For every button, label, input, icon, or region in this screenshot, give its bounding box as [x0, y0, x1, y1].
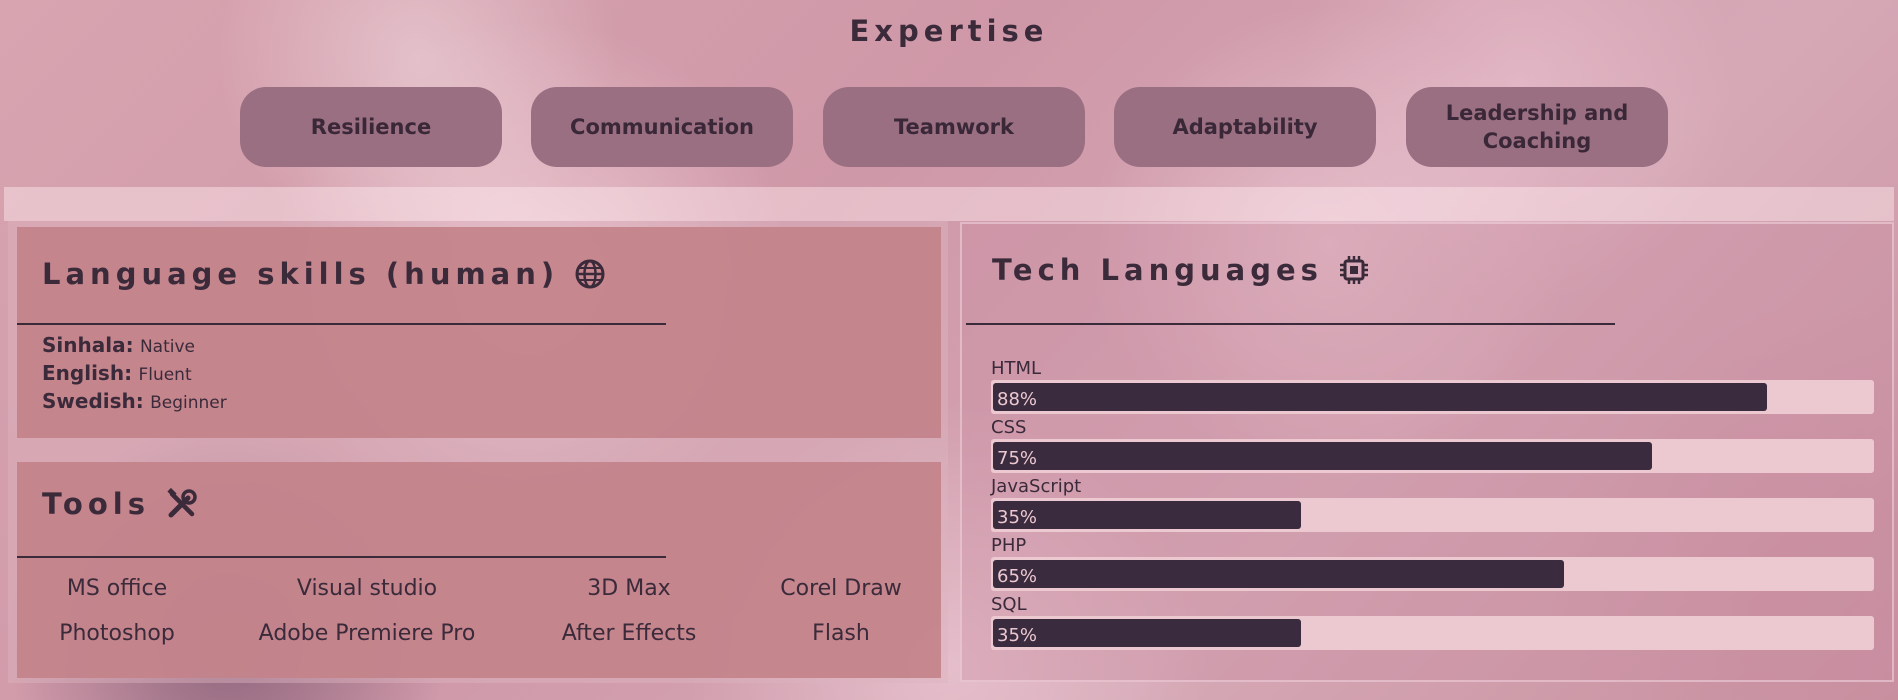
- tools-heading: Tools: [42, 487, 198, 521]
- skill-percent: 75%: [997, 448, 1038, 469]
- skill-percent: 65%: [997, 566, 1038, 587]
- skill-bar-sql: 35%: [991, 616, 1874, 650]
- tech-languages-heading: Tech Languages: [992, 253, 1369, 287]
- skill-bar-html: 88%: [991, 380, 1874, 414]
- expertise-pill-adaptability: Adaptability: [1114, 87, 1376, 167]
- expertise-title: Expertise: [849, 14, 1049, 48]
- expertise-pill-resilience: Resilience: [240, 87, 502, 167]
- tool-item: MS office: [66, 576, 168, 601]
- language-skills-underline: [17, 323, 666, 325]
- tool-item: Flash: [812, 621, 870, 646]
- skill-bar-fill: 65%: [993, 560, 1564, 588]
- language-name: Swedish:: [42, 389, 144, 413]
- skill-bar-css: 75%: [991, 439, 1874, 473]
- language-name: Sinhala:: [42, 333, 134, 357]
- tech-languages-underline: [966, 323, 1615, 325]
- skill-label-css: CSS: [991, 417, 1027, 438]
- skill-label-php: PHP: [991, 535, 1027, 556]
- tech-languages-title: Tech Languages: [992, 253, 1323, 287]
- skill-bar-fill: 35%: [993, 501, 1301, 529]
- skill-bar-fill: 35%: [993, 619, 1301, 647]
- tool-item: After Effects: [561, 621, 697, 646]
- language-level: Beginner: [150, 393, 227, 413]
- language-name: English:: [42, 361, 133, 385]
- expertise-section: Expertise Resilience Communication Teamw…: [0, 0, 1898, 187]
- tool-item: Photoshop: [59, 621, 175, 646]
- skill-percent: 35%: [997, 507, 1038, 528]
- globe-icon: [575, 259, 605, 289]
- language-item-english: English: Fluent: [42, 361, 192, 385]
- language-level: Native: [139, 337, 195, 357]
- skill-bar-php: 65%: [991, 557, 1874, 591]
- tools-underline: [17, 556, 666, 558]
- expertise-pill-teamwork: Teamwork: [823, 87, 1085, 167]
- chip-icon: [1339, 255, 1369, 285]
- skill-label-javascript: JavaScript: [991, 476, 1082, 497]
- tools-title: Tools: [42, 487, 150, 521]
- tool-item: 3D Max: [587, 576, 671, 601]
- expertise-pill-leadership: Leadership and Coaching: [1406, 87, 1668, 167]
- tools-icon: [166, 488, 198, 520]
- language-item-sinhala: Sinhala: Native: [42, 333, 195, 357]
- skill-percent: 88%: [997, 389, 1038, 410]
- skill-percent: 35%: [997, 625, 1038, 646]
- tool-item: Corel Draw: [780, 576, 902, 601]
- skill-bar-javascript: 35%: [991, 498, 1874, 532]
- language-skills-heading: Language skills (human): [42, 257, 605, 291]
- language-level: Fluent: [138, 365, 192, 385]
- language-item-swedish: Swedish: Beginner: [42, 389, 227, 413]
- skill-label-sql: SQL: [991, 594, 1027, 615]
- tool-item: Adobe Premiere Pro: [258, 621, 476, 646]
- language-skills-title: Language skills (human): [42, 257, 560, 291]
- skill-label-html: HTML: [991, 358, 1042, 379]
- section-divider: [4, 187, 1894, 221]
- skill-bar-fill: 75%: [993, 442, 1652, 470]
- tool-item: Visual studio: [296, 576, 438, 601]
- skill-bar-fill: 88%: [993, 383, 1767, 411]
- expertise-pill-communication: Communication: [531, 87, 793, 167]
